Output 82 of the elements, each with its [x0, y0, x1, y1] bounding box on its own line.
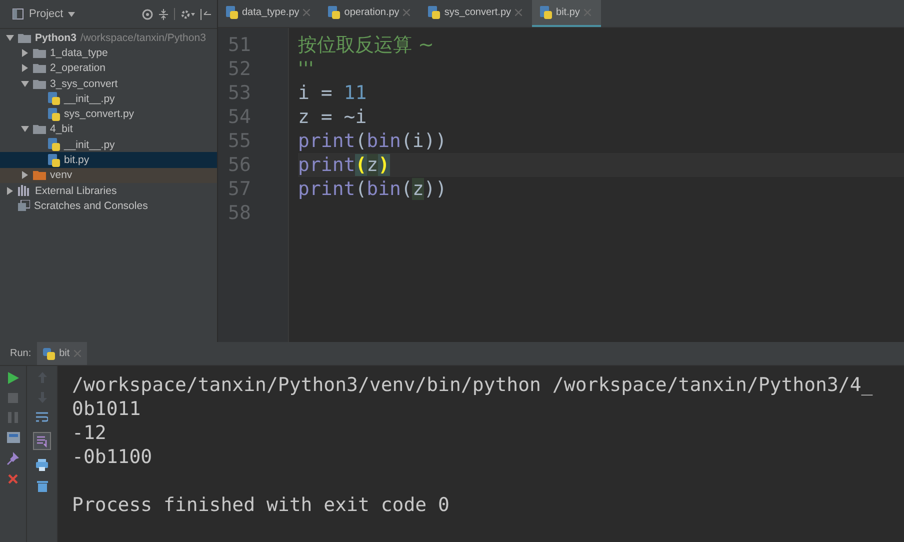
panel-title[interactable]: Project	[29, 8, 64, 20]
code-line: print(z)	[298, 154, 390, 176]
output-line: -0b1100	[72, 446, 152, 468]
folder-icon	[33, 124, 46, 134]
python-file-icon	[328, 6, 340, 19]
soft-wrap-icon[interactable]	[36, 412, 48, 423]
tree-item-label: External Libraries	[35, 184, 117, 197]
print-icon[interactable]	[36, 459, 48, 471]
expanded-arrow-icon[interactable]	[21, 125, 29, 134]
pin-icon[interactable]	[7, 452, 19, 465]
python-file-icon	[540, 6, 552, 19]
editor-tab[interactable]: data_type.py	[218, 0, 320, 27]
tree-item[interactable]: Python3 /workspace/tanxin/Python3	[0, 30, 217, 46]
code-line: print(bin(z))	[298, 178, 447, 200]
trash-icon[interactable]	[36, 480, 48, 492]
expanded-arrow-icon[interactable]	[6, 34, 14, 42]
python-icon	[43, 348, 56, 360]
folder-icon	[33, 63, 46, 74]
tree-item-label: 3_sys_convert	[50, 78, 118, 90]
folder-icon	[33, 170, 46, 180]
editor-tab[interactable]: operation.py	[320, 0, 420, 27]
tree-item-label: Python3	[35, 32, 76, 44]
tree-item[interactable]: __init__.py	[0, 91, 217, 106]
tree-item[interactable]: __init__.py	[0, 137, 217, 152]
tree-item[interactable]: 1_data_type	[0, 45, 217, 61]
collapsed-arrow-icon[interactable]	[21, 48, 29, 57]
output-line: 0b1011	[72, 398, 141, 420]
collapsed-arrow-icon[interactable]	[21, 64, 29, 72]
collapsed-arrow-icon[interactable]	[6, 186, 14, 195]
output-line: -12	[72, 422, 106, 444]
tree-item-label: 4_bit	[50, 123, 73, 136]
folder-icon	[18, 32, 31, 43]
expanded-arrow-icon[interactable]	[21, 80, 29, 88]
python-file-icon	[48, 154, 60, 167]
tree-item[interactable]: venv	[0, 168, 217, 183]
dropdown-icon[interactable]	[68, 12, 76, 16]
tree-item[interactable]: External Libraries	[0, 182, 217, 198]
target-icon[interactable]	[142, 8, 153, 20]
code-line: i = 11	[298, 82, 367, 104]
run-tab[interactable]: bit	[37, 342, 87, 365]
tree-item-label: 1_data_type	[50, 46, 108, 59]
tree-item[interactable]: sys_convert.py	[0, 106, 217, 122]
folder-icon	[33, 48, 46, 58]
project-icon	[12, 8, 24, 20]
editor-tab[interactable]: sys_convert.py	[420, 0, 532, 27]
project-path: /workspace/tanxin/Python3	[80, 32, 206, 44]
collapse-icon[interactable]	[158, 8, 169, 20]
tree-item[interactable]: 2_operation	[0, 60, 217, 76]
tree-item[interactable]: 3_sys_convert	[0, 76, 217, 92]
exit-message: Process finished with exit code 0	[72, 494, 450, 516]
code-line: print(bin(i))	[298, 130, 447, 152]
close-icon[interactable]	[8, 474, 18, 484]
tree-item-label: __init__.py	[64, 138, 115, 151]
tree-item-label: sys_convert.py	[64, 108, 134, 120]
tree-item-label: venv	[50, 169, 72, 182]
editor-tab[interactable]: bit.py	[532, 0, 601, 27]
tree-item-label: 2_operation	[50, 62, 106, 74]
tree-item[interactable]: 4_bit	[0, 122, 217, 138]
collapsed-arrow-icon[interactable]	[21, 171, 29, 180]
tree-item[interactable]: Scratches and Consoles	[0, 198, 217, 214]
code-line: 按位取反运算 ~	[298, 34, 434, 56]
hide-icon[interactable]	[200, 8, 211, 20]
python-file-icon	[48, 92, 60, 106]
run-icon[interactable]	[8, 372, 18, 384]
settings-icon[interactable]	[180, 8, 195, 20]
python-file-icon	[48, 108, 60, 121]
folder-icon	[33, 78, 46, 89]
python-file-icon	[226, 6, 238, 19]
code-line: '''	[298, 58, 314, 80]
tree-item-label: __init__.py	[64, 92, 115, 105]
tree-item-label: bit.py	[64, 154, 90, 166]
output-line: /workspace/tanxin/Python3/venv/bin/python /workspace/tanxin/Python3/4_	[72, 374, 873, 396]
python-file-icon	[428, 6, 440, 19]
scroll-to-end-icon[interactable]	[33, 432, 51, 450]
dump-icon[interactable]	[6, 432, 20, 443]
console-icon	[18, 200, 30, 212]
tree-item[interactable]: bit.py	[0, 152, 217, 168]
python-file-icon	[48, 138, 60, 152]
code-line: z = ~i	[298, 106, 367, 128]
run-label: Run:	[10, 348, 32, 359]
tree-item-label: Scratches and Consoles	[34, 200, 148, 212]
library-icon	[18, 185, 31, 196]
